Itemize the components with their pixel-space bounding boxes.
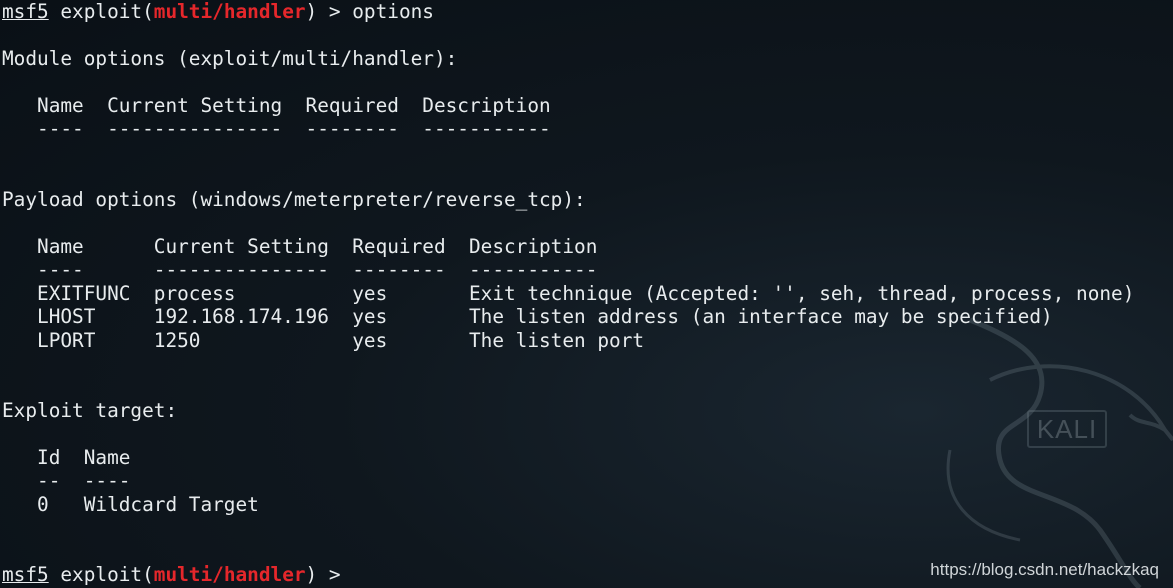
prompt-host: msf5 xyxy=(2,0,49,23)
table-row: LHOST 192.168.174.196 yes The listen add… xyxy=(2,305,1053,328)
exploit-target-columns: Id Name xyxy=(2,446,131,469)
command-line: msf5 exploit(multi/handler) > options xyxy=(2,0,434,23)
prompt-prefix: exploit( xyxy=(48,563,154,586)
table-row: 0 Wildcard Target xyxy=(2,493,259,516)
prompt-suffix: ) > xyxy=(305,563,353,586)
command-text: options xyxy=(352,0,434,23)
prompt-module: multi/handler xyxy=(153,563,306,586)
module-options-columns: Name Current Setting Required Descriptio… xyxy=(2,94,551,117)
prompt-module: multi/handler xyxy=(153,0,306,23)
prompt-suffix: ) > xyxy=(305,0,353,23)
text-cursor xyxy=(352,564,363,584)
prompt-host: msf5 xyxy=(2,563,49,586)
exploit-target-separator: -- ---- xyxy=(2,469,131,492)
prompt-prefix: exploit( xyxy=(48,0,154,23)
table-row: LPORT 1250 yes The listen port xyxy=(2,329,645,352)
table-row: EXITFUNC process yes Exit technique (Acc… xyxy=(2,282,1135,305)
terminal-window[interactable]: KALI msf5 exploit(multi/handler) > optio… xyxy=(0,0,1173,588)
exploit-target-header: Exploit target: xyxy=(2,399,178,422)
payload-options-columns: Name Current Setting Required Descriptio… xyxy=(2,235,598,258)
module-options-header: Module options (exploit/multi/handler): xyxy=(2,47,458,70)
kali-logo: KALI xyxy=(1027,410,1107,448)
module-options-separator: ---- --------------- -------- ----------… xyxy=(2,117,551,140)
watermark-url: https://blog.csdn.net/hackzkaq xyxy=(930,560,1159,579)
payload-options-header: Payload options (windows/meterpreter/rev… xyxy=(2,188,586,211)
input-prompt-line[interactable]: msf5 exploit(multi/handler) > xyxy=(2,563,363,586)
payload-options-separator: ---- --------------- -------- ----------… xyxy=(2,258,598,281)
